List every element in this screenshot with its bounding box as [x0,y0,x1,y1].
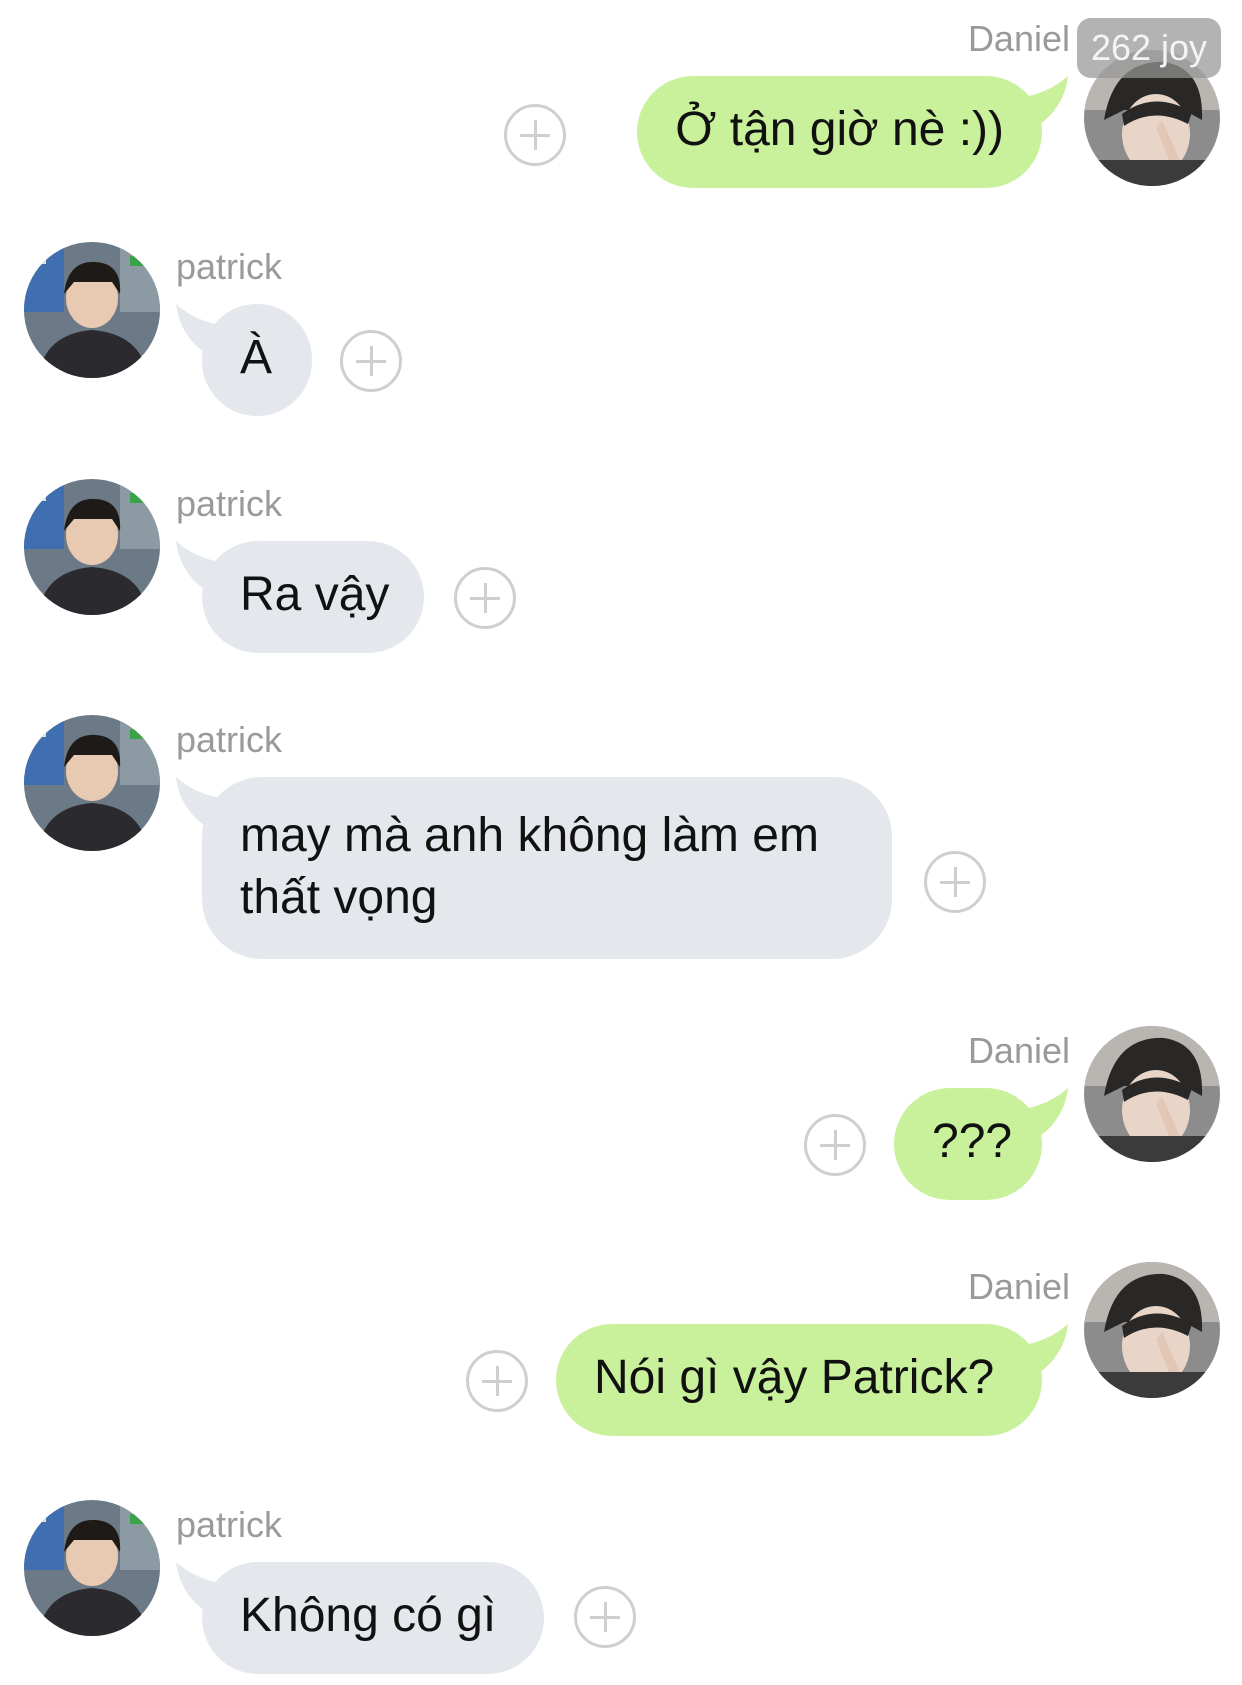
bubble-tail [174,777,226,833]
message-row: Daniel Nói gì vậy Patrick? [0,1262,1242,1452]
avatar-daniel[interactable] [1084,1026,1220,1162]
avatar-patrick[interactable] [24,1500,160,1636]
message-row: patrick À [0,242,1242,432]
message-text: Ra vậy [240,568,390,621]
avatar-daniel[interactable] [1084,1262,1220,1398]
plus-circle-icon[interactable] [466,1350,528,1412]
sender-name: patrick [176,483,283,524]
sender-name: patrick [176,719,283,760]
sender-name: Daniel [967,1266,1070,1307]
bubble-tail [1018,1088,1070,1144]
plus-circle-icon[interactable] [804,1114,866,1176]
plus-circle-icon[interactable] [454,567,516,629]
message-bubble-incoming[interactable]: may mà anh không làm em thất vọng [176,777,892,959]
bubble-tail [1018,1324,1070,1380]
sender-name: patrick [176,246,283,287]
sender-name: Daniel [967,1030,1070,1071]
plus-circle-icon[interactable] [504,104,566,166]
sender-name: patrick [176,1504,283,1545]
avatar-patrick-image [24,479,160,615]
message-text: ??? [932,1115,1013,1168]
message-text-line: thất vọng [240,871,438,924]
message-bubble-outgoing[interactable]: Ở tận giờ nè :)) [637,76,1068,188]
message-row: patrick may mà anh không làm em thất vọn… [0,715,1242,975]
message-text: Nói gì vậy Patrick? [594,1351,995,1404]
plus-circle-icon[interactable] [574,1586,636,1648]
avatar-patrick-image [24,715,160,851]
avatar-daniel-image [1084,1026,1220,1162]
avatar-patrick-image [24,1500,160,1636]
avatar-patrick[interactable] [24,242,160,378]
message-text: Ở tận giờ nè :)) [675,103,1004,156]
message-bubble-outgoing[interactable]: ??? [894,1088,1068,1200]
plus-circle-icon[interactable] [340,330,402,392]
message-row: Daniel Ở tận giờ nè :)) [0,14,1242,214]
message-bubble-incoming[interactable]: Ra vậy [176,541,424,653]
bubble-tail [174,304,226,360]
avatar-patrick[interactable] [24,715,160,851]
message-text-line: may mà anh không làm em [240,809,819,862]
sender-name: Daniel [967,18,1070,59]
avatar-patrick-image [24,242,160,378]
bubble-tail [174,1562,226,1618]
message-text: Không có gì [240,1589,497,1642]
avatar-daniel-image [1084,1262,1220,1398]
message-bubble-incoming[interactable]: Không có gì [176,1562,544,1674]
chat-screen: 262 joy Daniel Ở tận giờ nè :)) patrick … [0,0,1242,1685]
message-row: patrick Không có gì [0,1500,1242,1685]
message-row: Daniel ??? [0,1026,1242,1216]
bubble-tail [1018,76,1070,132]
plus-circle-icon[interactable] [924,851,986,913]
avatar-patrick[interactable] [24,479,160,615]
message-bubble-incoming[interactable]: À [176,304,312,416]
message-row: patrick Ra vậy [0,479,1242,669]
message-text: À [240,331,273,384]
message-bubble-outgoing[interactable]: Nói gì vậy Patrick? [556,1324,1068,1436]
watermark-badge: 262 joy [1077,18,1221,78]
bubble-tail [174,541,226,597]
